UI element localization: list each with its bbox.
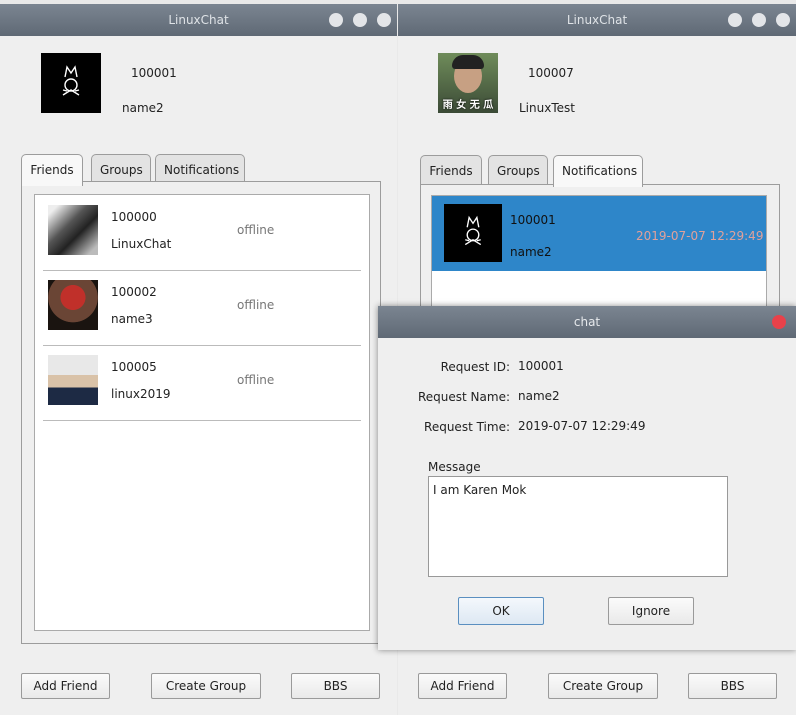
friend-avatar	[48, 280, 98, 330]
friend-avatar	[48, 355, 98, 405]
bbs-button[interactable]: BBS	[688, 673, 777, 699]
request-time-value: 2019-07-07 12:29:49	[518, 419, 646, 433]
request-name-value: name2	[518, 389, 560, 403]
ignore-button[interactable]: Ignore	[608, 597, 694, 625]
user-name: LinuxTest	[519, 101, 575, 115]
tab-notifications[interactable]: Notifications	[155, 154, 245, 184]
notification-row[interactable]: 100001 name2 2019-07-07 12:29:49	[432, 196, 766, 271]
request-id-label: Request ID:	[440, 360, 510, 374]
left-window: LinuxChat 100001 name2 Friends Groups No…	[0, 4, 397, 715]
user-id: 100001	[131, 66, 177, 80]
friend-id: 100005	[111, 360, 157, 374]
right-tabbar: Friends Groups Notifications	[420, 155, 660, 187]
minimize-button[interactable]	[728, 13, 742, 27]
tab-groups[interactable]: Groups	[488, 155, 548, 185]
create-group-button[interactable]: Create Group	[151, 673, 261, 699]
tab-friends[interactable]: Friends	[21, 154, 83, 186]
notification-avatar	[444, 204, 502, 262]
tab-notifications[interactable]: Notifications	[553, 155, 643, 187]
dialog-title: chat	[573, 315, 601, 329]
friend-id: 100002	[111, 285, 157, 299]
right-window-title: LinuxChat	[566, 13, 628, 27]
dialog-close-button[interactable]	[772, 315, 786, 329]
notification-time: 2019-07-07 12:29:49	[636, 229, 764, 243]
user-avatar	[41, 53, 101, 113]
friend-name: linux2019	[111, 387, 171, 401]
left-tabbar: Friends Groups Notifications	[21, 154, 261, 186]
dialog-titlebar: chat	[378, 306, 796, 338]
user-name: name2	[122, 101, 164, 115]
friend-status: offline	[237, 223, 275, 237]
request-name-label: Request Name:	[417, 390, 510, 404]
user-id: 100007	[528, 66, 574, 80]
friend-id: 100000	[111, 210, 157, 224]
friend-row[interactable]: 100002 name3 offline	[43, 270, 361, 346]
friend-name: name3	[111, 312, 153, 326]
add-friend-button[interactable]: Add Friend	[21, 673, 110, 699]
notification-id: 100001	[510, 213, 556, 227]
minimize-button[interactable]	[329, 13, 343, 27]
close-button[interactable]	[377, 13, 391, 27]
tab-groups[interactable]: Groups	[91, 154, 151, 184]
friend-avatar	[48, 205, 98, 255]
user-avatar: 雨 女 无 瓜	[438, 53, 498, 113]
left-titlebar: LinuxChat	[0, 4, 397, 36]
friend-name: LinuxChat	[111, 237, 172, 251]
friends-panel: 100000 LinuxChat offline 100002 name3 of…	[21, 181, 381, 644]
friend-status: offline	[237, 373, 275, 387]
friend-row[interactable]: 100000 LinuxChat offline	[43, 195, 361, 271]
friend-request-dialog: chat Request ID: 100001 Request Name: na…	[378, 306, 796, 650]
maximize-button[interactable]	[752, 13, 766, 27]
request-time-label: Request Time:	[424, 420, 510, 434]
friend-row[interactable]: 100005 linux2019 offline	[43, 345, 361, 421]
left-window-title: LinuxChat	[168, 13, 229, 27]
avatar-caption: 雨 女 无 瓜	[442, 100, 494, 111]
right-titlebar: LinuxChat	[398, 4, 796, 36]
maximize-button[interactable]	[353, 13, 367, 27]
create-group-button[interactable]: Create Group	[548, 673, 658, 699]
tab-friends[interactable]: Friends	[420, 155, 482, 185]
message-textarea[interactable]: I am Karen Mok	[428, 476, 728, 577]
close-button[interactable]	[776, 13, 790, 27]
add-friend-button[interactable]: Add Friend	[418, 673, 507, 699]
ok-button[interactable]: OK	[458, 597, 544, 625]
request-id-value: 100001	[518, 359, 564, 373]
notification-name: name2	[510, 245, 552, 259]
bbs-button[interactable]: BBS	[291, 673, 380, 699]
message-label: Message	[428, 460, 481, 474]
cat-logo-icon	[464, 215, 482, 246]
cat-logo-icon	[62, 65, 80, 96]
friends-list[interactable]: 100000 LinuxChat offline 100002 name3 of…	[34, 194, 370, 631]
friend-status: offline	[237, 298, 275, 312]
